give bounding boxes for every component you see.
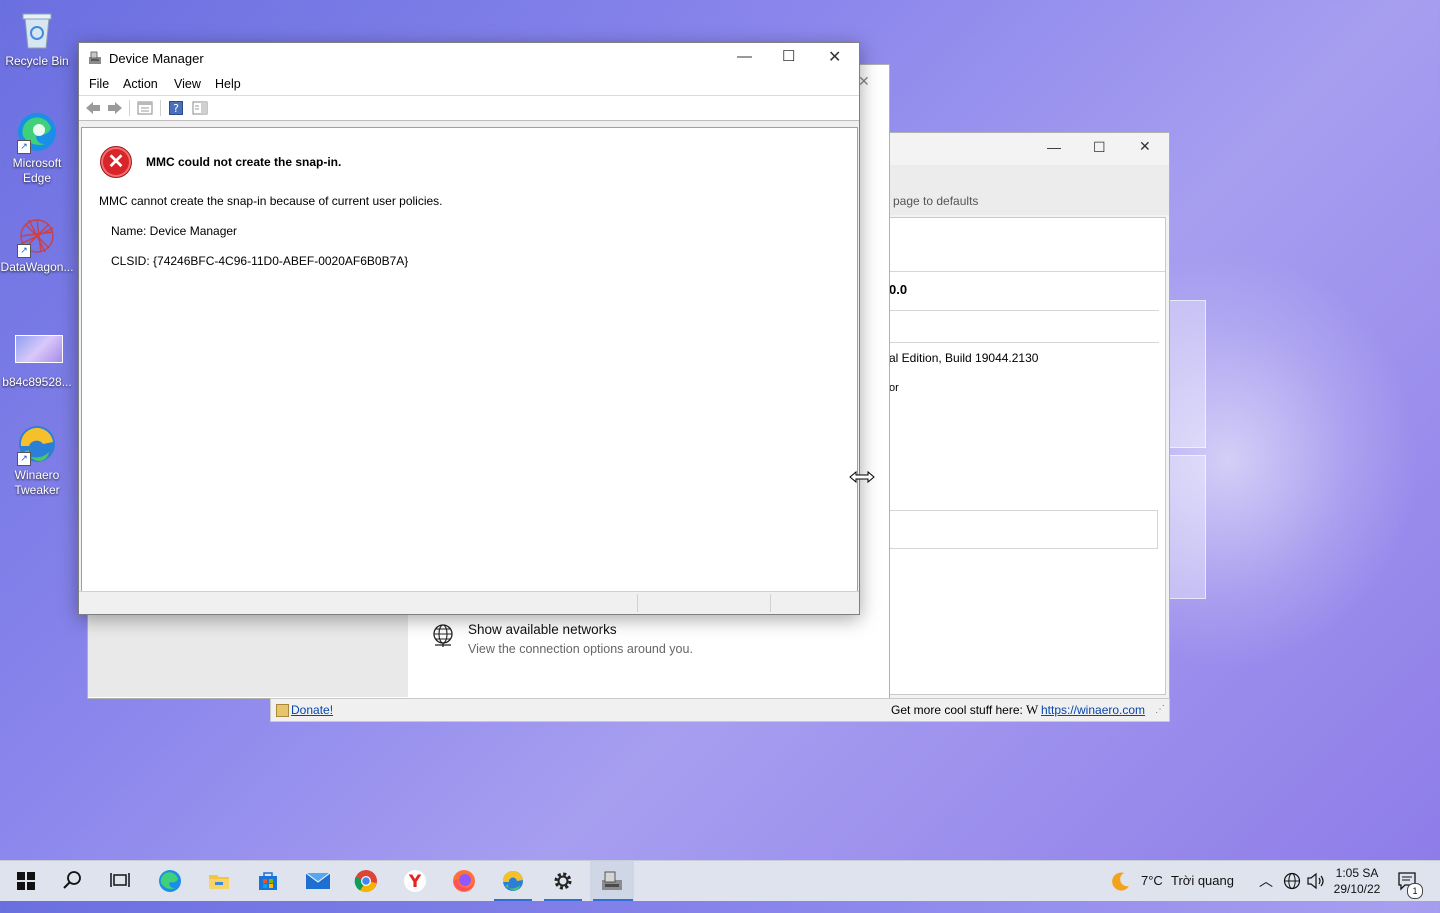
network-description: View the connection options around you. <box>468 642 693 656</box>
settings-sidebar <box>88 613 408 697</box>
recycle-bin-icon <box>15 8 59 52</box>
error-content-pane: ✕ MMC could not create the snap-in. MMC … <box>81 127 858 592</box>
svg-text:?: ? <box>173 102 179 115</box>
edge-icon[interactable] <box>158 869 182 893</box>
close-button[interactable]: ✕ <box>828 47 841 67</box>
close-button[interactable]: ✕ <box>1139 138 1151 155</box>
winaero-site-link[interactable]: https://winaero.com <box>1041 703 1145 717</box>
winaero-status-bar: Donate! Get more cool stuff here: W http… <box>270 698 1170 722</box>
forward-arrow-icon[interactable] <box>107 101 123 115</box>
donate-link[interactable]: Donate! <box>291 703 333 717</box>
weather-moon-icon[interactable] <box>1108 870 1132 910</box>
device-manager-icon[interactable] <box>600 869 624 893</box>
error-message: MMC cannot create the snap-in because of… <box>99 194 443 208</box>
menu-view[interactable]: View <box>174 77 201 91</box>
version-text: 0.0 <box>889 282 908 297</box>
edge-icon: ↗ <box>15 110 59 154</box>
processor-fragment: or <box>889 382 899 394</box>
more-stuff-text: Get more cool stuff here: <box>891 703 1023 717</box>
winaero-tweaker-icon[interactable] <box>501 869 525 893</box>
menu-help[interactable]: Help <box>215 77 241 91</box>
show-hidden-icons-chevron-up-icon[interactable]: ︿ <box>1259 871 1273 911</box>
network-globe-icon[interactable] <box>1283 872 1301 912</box>
desktop-icon-label: Microsoft Edge <box>12 156 62 185</box>
notification-count-badge: 1 <box>1407 883 1423 899</box>
clock-date: 29/10/22 <box>1333 882 1381 896</box>
winaero-tweaker-icon: ↗ <box>15 422 59 466</box>
shortcut-arrow-icon: ↗ <box>17 452 31 466</box>
resize-cursor-icon <box>849 470 875 487</box>
settings-gear-icon[interactable] <box>551 869 575 893</box>
network-globe-icon <box>431 624 455 651</box>
reset-page-link[interactable]: page to defaults <box>893 194 978 208</box>
running-indicator <box>544 899 582 901</box>
file-explorer-icon[interactable] <box>207 869 231 893</box>
desktop-icon-label: b84c89528... <box>2 375 72 389</box>
desktop-icon-label: DataWagon... <box>0 260 74 274</box>
toolbar: ? <box>79 96 859 121</box>
minimize-button[interactable]: — <box>1047 139 1061 155</box>
snap-in-clsid: CLSID: {74246BFC-4C96-11D0-ABEF-0020AF6B… <box>111 254 409 268</box>
back-arrow-icon[interactable] <box>85 101 101 115</box>
resize-grip-icon[interactable]: ⋰ <box>1155 704 1165 715</box>
snap-in-name: Name: Device Manager <box>111 224 238 238</box>
desktop-icon-recycle-bin[interactable]: Recycle Bin <box>0 8 74 69</box>
desktop-icon-winaero-tweaker[interactable]: ↗ Winaero Tweaker <box>0 422 74 498</box>
donate-icon <box>276 704 289 717</box>
device-manager-window[interactable]: Device Manager — ☐ ✕ File Action View He… <box>78 42 860 615</box>
desktop-icon-microsoft-edge[interactable]: ↗ Microsoft Edge <box>0 110 74 186</box>
desktop-icon-label: Winaero Tweaker <box>14 468 60 497</box>
winaero-logo-icon: W <box>1026 702 1039 717</box>
window-title: Device Manager <box>109 51 204 66</box>
desktop-icon-datawagon[interactable]: ↗ DataWagon... <box>0 214 74 275</box>
edition-text: al Edition, Build 19044.2130 <box>889 351 1039 365</box>
microsoft-store-icon[interactable] <box>256 869 280 893</box>
svg-text:Y: Y <box>408 872 422 892</box>
chrome-icon[interactable] <box>354 869 378 893</box>
start-windows-icon[interactable] <box>14 869 38 893</box>
title-bar[interactable]: Device Manager — ☐ ✕ <box>79 43 859 73</box>
winaero-text-box[interactable] <box>889 510 1158 549</box>
running-indicator <box>593 899 633 901</box>
firefox-icon[interactable] <box>452 869 476 893</box>
wallpaper-logo-pane <box>1168 455 1206 599</box>
running-indicator <box>494 899 532 901</box>
wallpaper-logo-pane <box>1168 300 1206 448</box>
status-bar <box>79 591 859 614</box>
volume-speaker-icon[interactable] <box>1306 872 1326 912</box>
menu-file[interactable]: File <box>89 77 109 91</box>
desktop-icon-label: Recycle Bin <box>5 54 69 68</box>
network-title[interactable]: Show available networks <box>468 622 617 637</box>
winaero-tweaker-window[interactable]: — ☐ ✕ page to defaults 0.0 al Edition, B… <box>888 132 1170 722</box>
help-icon[interactable]: ? <box>169 101 185 115</box>
error-heading: MMC could not create the snap-in. <box>146 155 342 169</box>
shortcut-arrow-icon: ↗ <box>17 244 31 258</box>
task-view-icon[interactable] <box>109 869 133 893</box>
weather-temperature[interactable]: 7°C <box>1141 873 1163 913</box>
datawagon-icon: ↗ <box>15 214 59 258</box>
device-manager-icon <box>88 51 102 68</box>
menu-bar: File Action View Help <box>79 73 859 96</box>
yandex-browser-icon[interactable]: Y <box>403 869 427 893</box>
clock[interactable]: 1:05 SA 29/10/22 <box>1333 865 1381 905</box>
weather-condition[interactable]: Trời quang <box>1171 873 1234 913</box>
search-icon[interactable] <box>62 869 86 893</box>
winaero-content-panel: 0.0 al Edition, Build 19044.2130 or <box>889 217 1166 695</box>
menu-action[interactable]: Action <box>123 77 158 91</box>
image-file-icon <box>15 335 63 365</box>
taskbar: Y 7°C Trời quang ︿ 1:05 SA 29/10/22 1 <box>0 860 1440 901</box>
desktop-icon-image-file[interactable]: b84c89528... <box>0 333 74 390</box>
clock-time: 1:05 SA <box>1335 866 1379 880</box>
minimize-button[interactable]: — <box>737 48 752 65</box>
shortcut-arrow-icon: ↗ <box>17 140 31 154</box>
show-action-pane-icon[interactable] <box>192 101 208 115</box>
mail-icon[interactable] <box>305 869 331 893</box>
maximize-button[interactable]: ☐ <box>1093 139 1106 156</box>
maximize-button[interactable]: ☐ <box>782 47 795 65</box>
show-hide-console-tree-icon[interactable] <box>137 101 153 115</box>
error-icon: ✕ <box>100 146 132 178</box>
